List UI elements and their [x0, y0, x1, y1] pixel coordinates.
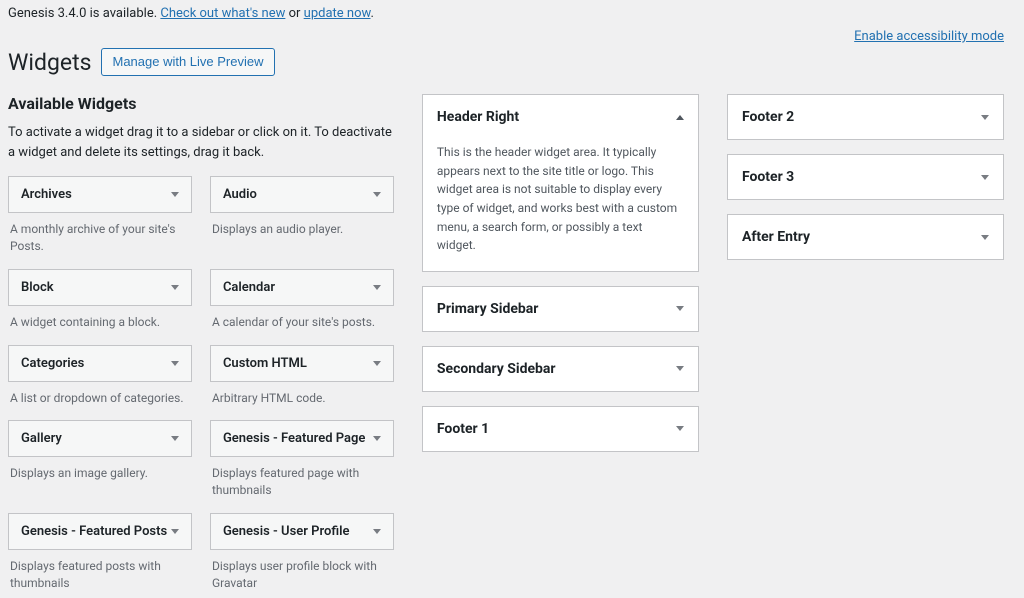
widget-area-header[interactable]: Footer 3 [728, 155, 1003, 199]
chevron-down-icon [171, 529, 179, 534]
widget-areas-column-2: Footer 2 Footer 3 After Entry [727, 94, 1004, 274]
widget-description: Displays user profile block with Gravata… [210, 550, 394, 598]
widget-area-header[interactable]: Footer 2 [728, 95, 1003, 139]
widget-name: Audio [223, 187, 257, 202]
widget-description: Displays an image gallery. [8, 457, 192, 488]
widget-area-name: Footer 2 [742, 109, 794, 125]
chevron-down-icon [171, 285, 179, 290]
widget-card[interactable]: Custom HTML [210, 345, 394, 382]
widget-area-header[interactable]: Primary Sidebar [423, 287, 698, 331]
notice-middle: or [285, 6, 303, 21]
widget-area: Footer 3 [727, 154, 1004, 200]
available-widgets-desc: To activate a widget drag it to a sideba… [8, 123, 394, 162]
widget-area-name: Primary Sidebar [437, 301, 539, 317]
available-widget: Genesis - Featured Page Displays featured… [210, 420, 394, 505]
chevron-down-icon [676, 366, 684, 371]
chevron-down-icon [373, 361, 381, 366]
chevron-down-icon [171, 192, 179, 197]
chevron-down-icon [981, 175, 989, 180]
chevron-down-icon [981, 115, 989, 120]
available-widget: Custom HTML Arbitrary HTML code. [210, 345, 394, 413]
widget-description: A monthly archive of your site's Posts. [8, 213, 192, 261]
widget-areas-column-1: Header Right This is the header widget ar… [422, 94, 699, 466]
widget-area-description: This is the header widget area. It typic… [423, 139, 698, 271]
chevron-down-icon [171, 436, 179, 441]
widget-card[interactable]: Archives [8, 176, 192, 213]
widget-area-header[interactable]: After Entry [728, 215, 1003, 259]
widget-area-header[interactable]: Header Right [423, 95, 698, 139]
widget-area-name: Header Right [437, 109, 519, 125]
widget-name: Archives [21, 187, 72, 202]
widget-area-name: Footer 1 [437, 421, 489, 437]
widget-area-name: Secondary Sidebar [437, 361, 556, 377]
widget-card[interactable]: Audio [210, 176, 394, 213]
widget-card[interactable]: Calendar [210, 269, 394, 306]
widget-name: Custom HTML [223, 356, 307, 371]
available-widget: Categories A list or dropdown of categori… [8, 345, 192, 413]
notice-suffix: . [370, 6, 373, 21]
widget-area: Primary Sidebar [422, 286, 699, 332]
widget-area: Secondary Sidebar [422, 346, 699, 392]
widget-area: Footer 1 [422, 406, 699, 452]
widget-card[interactable]: Categories [8, 345, 192, 382]
widget-name: Genesis - Featured Page [223, 431, 365, 446]
chevron-down-icon [373, 285, 381, 290]
page-title: Widgets [8, 49, 91, 76]
available-widgets-column: Available Widgets To activate a widget d… [8, 94, 394, 597]
update-notice: Genesis 3.4.0 is available. Check out wh… [8, 4, 1004, 29]
widget-area: After Entry [727, 214, 1004, 260]
widget-description: A list or dropdown of categories. [8, 382, 192, 413]
widget-card[interactable]: Gallery [8, 420, 192, 457]
widget-description: A widget containing a block. [8, 306, 192, 337]
widget-area-header[interactable]: Secondary Sidebar [423, 347, 698, 391]
chevron-down-icon [676, 426, 684, 431]
notice-prefix: Genesis 3.4.0 is available. [8, 6, 160, 21]
widget-name: Calendar [223, 280, 275, 295]
widget-name: Categories [21, 356, 84, 371]
notice-link-update[interactable]: update now [304, 6, 371, 21]
chevron-down-icon [171, 361, 179, 366]
widget-area-header[interactable]: Footer 1 [423, 407, 698, 451]
chevron-down-icon [676, 306, 684, 311]
widget-area-name: After Entry [742, 229, 810, 245]
widget-card[interactable]: Genesis - Featured Posts [8, 513, 192, 550]
widget-description: Displays featured page with thumbnails [210, 457, 394, 505]
widget-description: Arbitrary HTML code. [210, 382, 394, 413]
available-widget: Audio Displays an audio player. [210, 176, 394, 261]
chevron-down-icon [373, 529, 381, 534]
chevron-down-icon [373, 192, 381, 197]
chevron-up-icon [676, 115, 684, 120]
chevron-down-icon [981, 235, 989, 240]
accessibility-mode-link[interactable]: Enable accessibility mode [854, 29, 1004, 44]
widget-name: Genesis - Featured Posts [21, 524, 167, 539]
notice-link-whatsnew[interactable]: Check out what's new [160, 6, 285, 21]
available-widget: Block A widget containing a block. [8, 269, 192, 337]
available-widget: Archives A monthly archive of your site's… [8, 176, 192, 261]
widget-area: Footer 2 [727, 94, 1004, 140]
widget-card[interactable]: Genesis - User Profile [210, 513, 394, 550]
available-widgets-heading: Available Widgets [8, 94, 394, 113]
available-widget: Calendar A calendar of your site's posts. [210, 269, 394, 337]
widget-card[interactable]: Genesis - Featured Page [210, 420, 394, 457]
widget-name: Genesis - User Profile [223, 524, 350, 539]
widget-name: Block [21, 280, 54, 295]
manage-live-preview-button[interactable]: Manage with Live Preview [101, 48, 274, 76]
chevron-down-icon [373, 436, 381, 441]
available-widget: Genesis - Featured Posts Displays feature… [8, 513, 192, 598]
available-widget: Genesis - User Profile Displays user prof… [210, 513, 394, 598]
widget-name: Gallery [21, 431, 62, 446]
widget-description: A calendar of your site's posts. [210, 306, 394, 337]
widget-card[interactable]: Block [8, 269, 192, 306]
widget-area: Header Right This is the header widget ar… [422, 94, 699, 272]
widget-description: Displays an audio player. [210, 213, 394, 244]
widget-description: Displays featured posts with thumbnails [8, 550, 192, 598]
available-widget: Gallery Displays an image gallery. [8, 420, 192, 505]
widget-area-name: Footer 3 [742, 169, 794, 185]
